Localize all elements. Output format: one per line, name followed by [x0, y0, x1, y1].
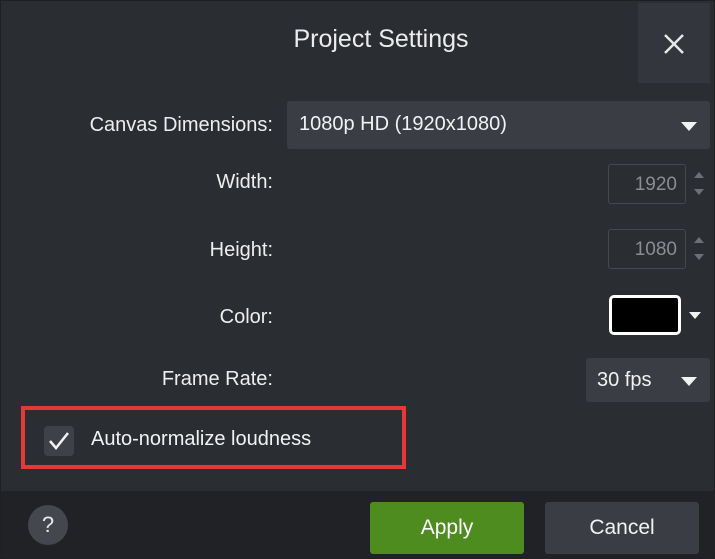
canvas-dimensions-value: 1080p HD (1920x1080): [299, 113, 507, 135]
dialog-title: Project Settings: [293, 25, 469, 53]
checkmark-icon: [49, 432, 69, 450]
stepper-down-icon[interactable]: [694, 254, 704, 260]
frame-rate-label: Frame Rate:: [161, 368, 273, 390]
height-value: 1080: [634, 239, 677, 260]
height-label: Height:: [209, 239, 273, 261]
help-button[interactable]: ?: [28, 505, 68, 545]
close-button[interactable]: [638, 3, 710, 83]
cancel-button[interactable]: Cancel: [545, 502, 699, 554]
chevron-down-icon: [681, 122, 697, 131]
apply-button[interactable]: Apply: [370, 502, 524, 554]
width-stepper[interactable]: [693, 164, 705, 204]
frame-rate-value: 30 fps: [597, 369, 652, 391]
color-swatch: [609, 295, 681, 335]
auto-normalize-checkbox[interactable]: [44, 426, 74, 456]
frame-rate-select[interactable]: 30 fps: [586, 358, 710, 402]
project-settings-dialog: Project Settings Canvas Dimensions: 1080…: [0, 0, 715, 559]
color-label: Color:: [219, 306, 273, 328]
width-label: Width:: [216, 171, 273, 193]
stepper-down-icon[interactable]: [694, 189, 704, 195]
stepper-up-icon[interactable]: [694, 172, 704, 178]
dialog-titlebar: Project Settings: [1, 1, 714, 87]
height-stepper[interactable]: [693, 229, 705, 269]
canvas-dimensions-select[interactable]: 1080p HD (1920x1080): [287, 101, 710, 149]
stepper-up-icon[interactable]: [694, 237, 704, 243]
width-field[interactable]: 1920: [608, 164, 686, 204]
width-value: 1920: [634, 174, 677, 195]
dialog-footer: ? Apply Cancel: [1, 491, 714, 558]
chevron-down-icon: [681, 377, 697, 386]
height-field[interactable]: 1080: [608, 229, 686, 269]
chevron-down-icon: [689, 312, 701, 319]
close-icon: [664, 34, 684, 54]
color-picker-button[interactable]: [609, 295, 709, 337]
canvas-dimensions-label: Canvas Dimensions:: [89, 114, 273, 136]
auto-normalize-label: Auto-normalize loudness: [91, 428, 312, 450]
